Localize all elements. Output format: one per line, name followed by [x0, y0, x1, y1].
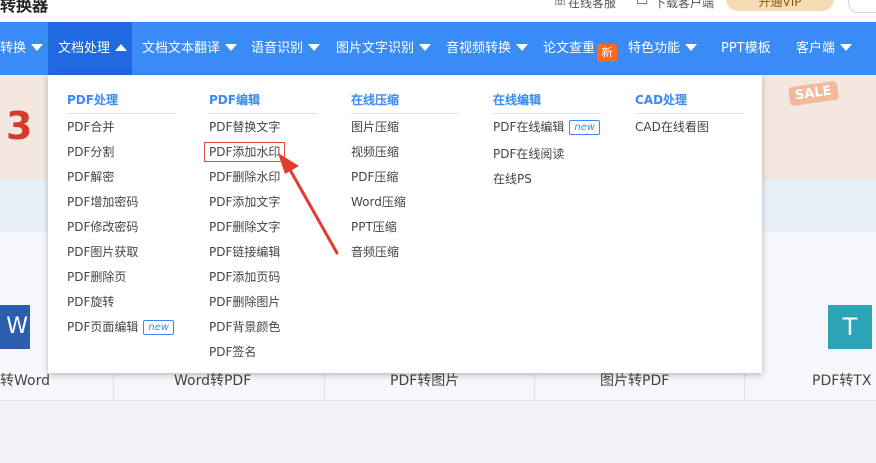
nav-item-doc-processing[interactable]: 文档处理 [48, 22, 132, 75]
nav-label: 客户端 [796, 41, 836, 56]
menu-item-pdf-background-color[interactable]: PDF背景颜色 [209, 318, 280, 336]
tool-label-image-to-pdf[interactable]: 图片转PDF [600, 370, 669, 390]
chevron-down-icon [840, 44, 853, 51]
menu-item-word-compress[interactable]: Word压缩 [351, 193, 406, 211]
customer-service-link[interactable]: 在线客服 [568, 0, 616, 11]
user-button[interactable] [848, 0, 876, 13]
text-icon[interactable]: T [828, 305, 872, 349]
nav-item-convert[interactable]: 转换 [0, 22, 46, 75]
nav-label: 转换 [0, 41, 27, 56]
nav-label: 文档处理 [58, 41, 111, 56]
menu-item-pdf-delete-pages[interactable]: PDF删除页 [67, 268, 126, 286]
menu-item-pdf-merge[interactable]: PDF合并 [67, 118, 114, 136]
doc-processing-dropdown: PDF处理 PDF合并 PDF分割 PDF解密 PDF增加密码 PDF修改密码 … [48, 75, 762, 373]
menu-item-pdf-add-page-numbers[interactable]: PDF添加页码 [209, 268, 280, 286]
menu-item-pdf-signature[interactable]: PDF签名 [209, 343, 256, 361]
menu-item-pdf-online-read[interactable]: PDF在线阅读 [493, 145, 564, 163]
menu-item-pdf-add-watermark[interactable]: PDF添加水印 [204, 142, 286, 162]
menu-item-video-compress[interactable]: 视频压缩 [351, 143, 399, 161]
site-logo-text[interactable]: 转换器 [0, 0, 48, 16]
download-icon: ▭ [636, 0, 649, 9]
new-tag: new [143, 320, 175, 335]
column-divider [67, 113, 175, 114]
column-heading-online-edit: 在线编辑 [493, 93, 542, 107]
new-tag: new [569, 120, 601, 135]
column-heading-pdf-edit: PDF编辑 [209, 93, 260, 107]
tool-label-to-word[interactable]: 转Word [0, 370, 50, 390]
chevron-down-icon [419, 44, 432, 51]
word-icon[interactable]: W [0, 305, 30, 349]
menu-item-pdf-page-edit[interactable]: PDF页面编辑 new [67, 318, 175, 336]
tool-label-pdf-to-txt[interactable]: PDF转TX [812, 370, 871, 390]
menu-item-cad-online-view[interactable]: CAD在线看图 [635, 118, 709, 136]
headset-icon: ☏ [552, 0, 569, 9]
menu-item-pdf-online-edit[interactable]: PDF在线编辑 new [493, 118, 601, 136]
chevron-down-icon [31, 44, 44, 51]
menu-item-pdf-add-password[interactable]: PDF增加密码 [67, 193, 138, 211]
menu-item-image-compress[interactable]: 图片压缩 [351, 118, 399, 136]
column-divider [635, 113, 743, 114]
nav-item-ocr[interactable]: 图片文字识别 [336, 22, 432, 75]
menu-item-ppt-compress[interactable]: PPT压缩 [351, 218, 397, 236]
menu-item-pdf-compress[interactable]: PDF压缩 [351, 168, 398, 186]
menu-item-pdf-add-text[interactable]: PDF添加文字 [209, 193, 280, 211]
menu-item-pdf-delete-images[interactable]: PDF删除图片 [209, 293, 280, 311]
nav-label: 语音识别 [251, 41, 304, 56]
nav-item-av-convert[interactable]: 音视频转换 [446, 22, 529, 75]
column-divider [209, 113, 317, 114]
menu-item-pdf-delete-text[interactable]: PDF删除文字 [209, 218, 280, 236]
nav-item-client[interactable]: 客户端 [796, 22, 853, 75]
menu-item-label: PDF在线编辑 [493, 120, 565, 134]
menu-item-pdf-rotate[interactable]: PDF旋转 [67, 293, 114, 311]
tool-label-word-to-pdf[interactable]: Word转PDF [174, 370, 251, 390]
tools-row-2 [0, 400, 876, 463]
nav-label: 图片文字识别 [336, 41, 415, 56]
chevron-down-icon [685, 44, 698, 51]
menu-item-audio-compress[interactable]: 音频压缩 [351, 243, 399, 261]
menu-item-pdf-remove-watermark[interactable]: PDF删除水印 [209, 168, 280, 186]
column-divider [351, 113, 459, 114]
nav-item-speech[interactable]: 语音识别 [251, 22, 321, 75]
top-bar: 转换器 ☏ 在线客服 ▭ 下载客户端 开通VIP [0, 0, 876, 22]
chevron-down-icon [516, 44, 529, 51]
menu-item-online-ps[interactable]: 在线PS [493, 170, 532, 188]
nav-label: 音视频转换 [446, 41, 512, 56]
menu-item-pdf-extract-images[interactable]: PDF图片获取 [67, 243, 138, 261]
tool-label-pdf-to-image[interactable]: PDF转图片 [390, 370, 459, 390]
vip-button[interactable]: 开通VIP [726, 0, 834, 11]
menu-item-pdf-change-password[interactable]: PDF修改密码 [67, 218, 138, 236]
nav-label: PPT模板 [721, 41, 771, 56]
nav-label: 文档文本翻译 [142, 41, 221, 56]
chevron-up-icon [115, 44, 128, 51]
chevron-down-icon [225, 44, 238, 51]
column-heading-cad: CAD处理 [635, 93, 688, 107]
column-heading-pdf-processing: PDF处理 [67, 93, 118, 107]
menu-item-pdf-split[interactable]: PDF分割 [67, 143, 114, 161]
new-badge: 新 [597, 44, 617, 62]
menu-item-pdf-replace-text[interactable]: PDF替换文字 [209, 118, 280, 136]
nav-label: 特色功能 [628, 41, 681, 56]
download-client-link[interactable]: 下载客户端 [654, 0, 714, 11]
menu-item-label: PDF页面编辑 [67, 320, 139, 334]
nav-item-features[interactable]: 特色功能 [628, 22, 698, 75]
nav-item-ppt-templates[interactable]: PPT模板 [721, 22, 771, 75]
main-nav: 转换 文档处理 文档文本翻译 语音识别 图片文字识别 音视频转换 论文查重 新 … [0, 22, 876, 75]
menu-item-pdf-link-edit[interactable]: PDF链接编辑 [209, 243, 280, 261]
nav-label: 论文查重 [543, 41, 596, 56]
column-heading-online-compress: 在线压缩 [351, 93, 400, 107]
hero-number: 3 [6, 104, 33, 148]
chevron-down-icon [308, 44, 321, 51]
menu-item-pdf-decrypt[interactable]: PDF解密 [67, 168, 114, 186]
nav-item-translate[interactable]: 文档文本翻译 [142, 22, 238, 75]
column-divider [493, 113, 601, 114]
